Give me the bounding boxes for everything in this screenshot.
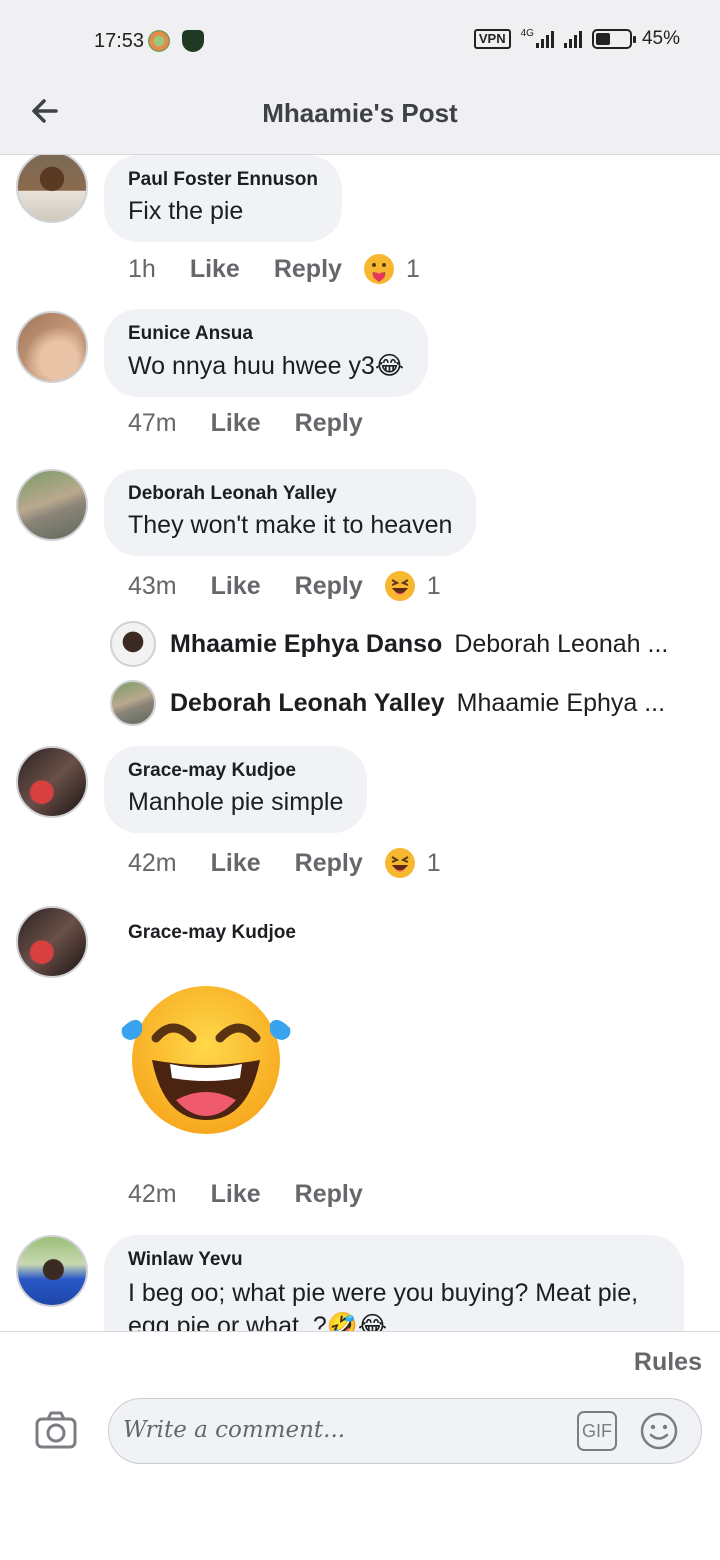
reaction-summary[interactable]: 1 [362, 252, 420, 286]
comment-text: They won't make it to heaven [128, 511, 453, 539]
smiley-icon[interactable] [639, 1411, 679, 1451]
comment-bubble[interactable]: Winlaw Yevu I beg oo; what pie were you … [104, 1235, 684, 1331]
reply-preview[interactable]: Mhaamie Ephya Danso Deborah Leonah ... [110, 621, 700, 667]
reply-author: Mhaamie Ephya Danso [170, 629, 443, 658]
comment-time: 47m [128, 409, 177, 437]
reaction-count: 1 [405, 254, 420, 283]
comment-time: 42m [128, 848, 177, 877]
haha-reaction-icon [384, 571, 415, 601]
camera-icon[interactable] [34, 1410, 78, 1450]
avatar [110, 680, 156, 726]
network-type: 4G [520, 28, 534, 39]
comment-text: Fix the pie [128, 197, 244, 225]
battery-percent: 45% [641, 28, 680, 49]
signal-icon [535, 30, 554, 48]
shield-notification-icon [182, 30, 204, 52]
avatar[interactable] [16, 469, 88, 541]
comment-meta: 47m Like Reply [128, 409, 397, 438]
reply-text: Mhaamie Ephya ... [456, 688, 666, 717]
avatar[interactable] [16, 746, 88, 818]
post-header: Mhaamie's Post [0, 78, 720, 155]
status-time: 17:53 [94, 30, 145, 52]
comment-author[interactable]: Paul Foster Ennuson [128, 169, 318, 191]
avatar[interactable] [16, 906, 88, 978]
comment-bubble[interactable]: Paul Foster Ennuson Fix the pie [104, 155, 343, 242]
page-title: Mhaamie's Post [262, 98, 458, 128]
comment-bubble[interactable]: Deborah Leonah Yalley They won't make it… [104, 469, 477, 556]
battery-icon [591, 29, 636, 49]
reply-text: Deborah Leonah ... [454, 629, 669, 658]
reaction-count: 1 [426, 848, 441, 877]
comment-meta: 1h Like Reply 1 [128, 252, 420, 286]
comment-bubble[interactable]: Eunice Ansua Wo nnya huu hwee y3😂 [104, 309, 429, 397]
comment-text: I beg oo; what pie were you buying? Meat… [128, 1279, 639, 1331]
comment-time: 43m [128, 571, 177, 600]
reply-preview[interactable]: Deborah Leonah Yalley Mhaamie Ephya ... [110, 680, 700, 726]
comment-composer: Rules Write a comment... GIF [0, 1331, 720, 1560]
comment-meta: 42m Like Reply [128, 1180, 397, 1209]
comment-author[interactable]: Eunice Ansua [128, 323, 404, 345]
comment-text: Wo nnya huu hwee y3😂 [128, 352, 405, 380]
reply-author: Deborah Leonah Yalley [170, 688, 445, 717]
comment-meta: 43m Like Reply 1 [128, 569, 441, 603]
reply-button[interactable]: Reply [295, 572, 363, 601]
comment-author[interactable]: Winlaw Yevu [128, 1249, 660, 1271]
avatar[interactable] [16, 311, 88, 383]
comment-text: Manhole pie simple [128, 788, 344, 816]
laughing-tears-emoji[interactable] [118, 980, 294, 1140]
gif-button[interactable]: GIF [577, 1411, 617, 1451]
reply-button[interactable]: Reply [295, 849, 363, 878]
status-bar: 17:53 VPN 4G 45% [0, 0, 720, 78]
care-reaction-icon [363, 254, 394, 284]
comment-meta: 42m Like Reply 1 [128, 846, 441, 880]
avatar[interactable] [16, 155, 88, 223]
app-notification-icon [148, 30, 170, 52]
comment-time: 1h [128, 254, 156, 283]
comment-bubble[interactable]: Grace-may Kudjoe Manhole pie simple [104, 746, 368, 833]
comment-author[interactable]: Grace-may Kudjoe [128, 922, 296, 944]
comment-time: 42m [128, 1180, 177, 1208]
comment-list[interactable]: Paul Foster Ennuson Fix the pie 1h Like … [0, 155, 720, 1331]
like-button[interactable]: Like [211, 849, 261, 878]
vpn-icon: VPN [473, 29, 511, 49]
like-button[interactable]: Like [190, 255, 240, 284]
reply-button[interactable]: Reply [274, 255, 342, 284]
haha-reaction-icon [384, 848, 415, 878]
comment-author[interactable]: Grace-may Kudjoe [128, 760, 343, 782]
comment-input-placeholder: Write a comment... [123, 1417, 346, 1443]
like-button[interactable]: Like [211, 572, 261, 601]
reaction-summary[interactable]: 1 [383, 846, 441, 880]
reaction-count: 1 [426, 571, 441, 600]
avatar[interactable] [16, 1235, 88, 1307]
comment-author[interactable]: Deborah Leonah Yalley [128, 483, 452, 505]
reply-button[interactable]: Reply [295, 409, 363, 438]
comment-input[interactable]: Write a comment... GIF [108, 1398, 702, 1464]
signal-icon-2 [563, 30, 582, 48]
like-button[interactable]: Like [211, 1180, 261, 1209]
rules-link[interactable]: Rules [634, 1348, 702, 1377]
reaction-summary[interactable]: 1 [383, 569, 441, 603]
like-button[interactable]: Like [211, 409, 261, 438]
avatar [110, 621, 156, 667]
reply-button[interactable]: Reply [295, 1180, 363, 1209]
